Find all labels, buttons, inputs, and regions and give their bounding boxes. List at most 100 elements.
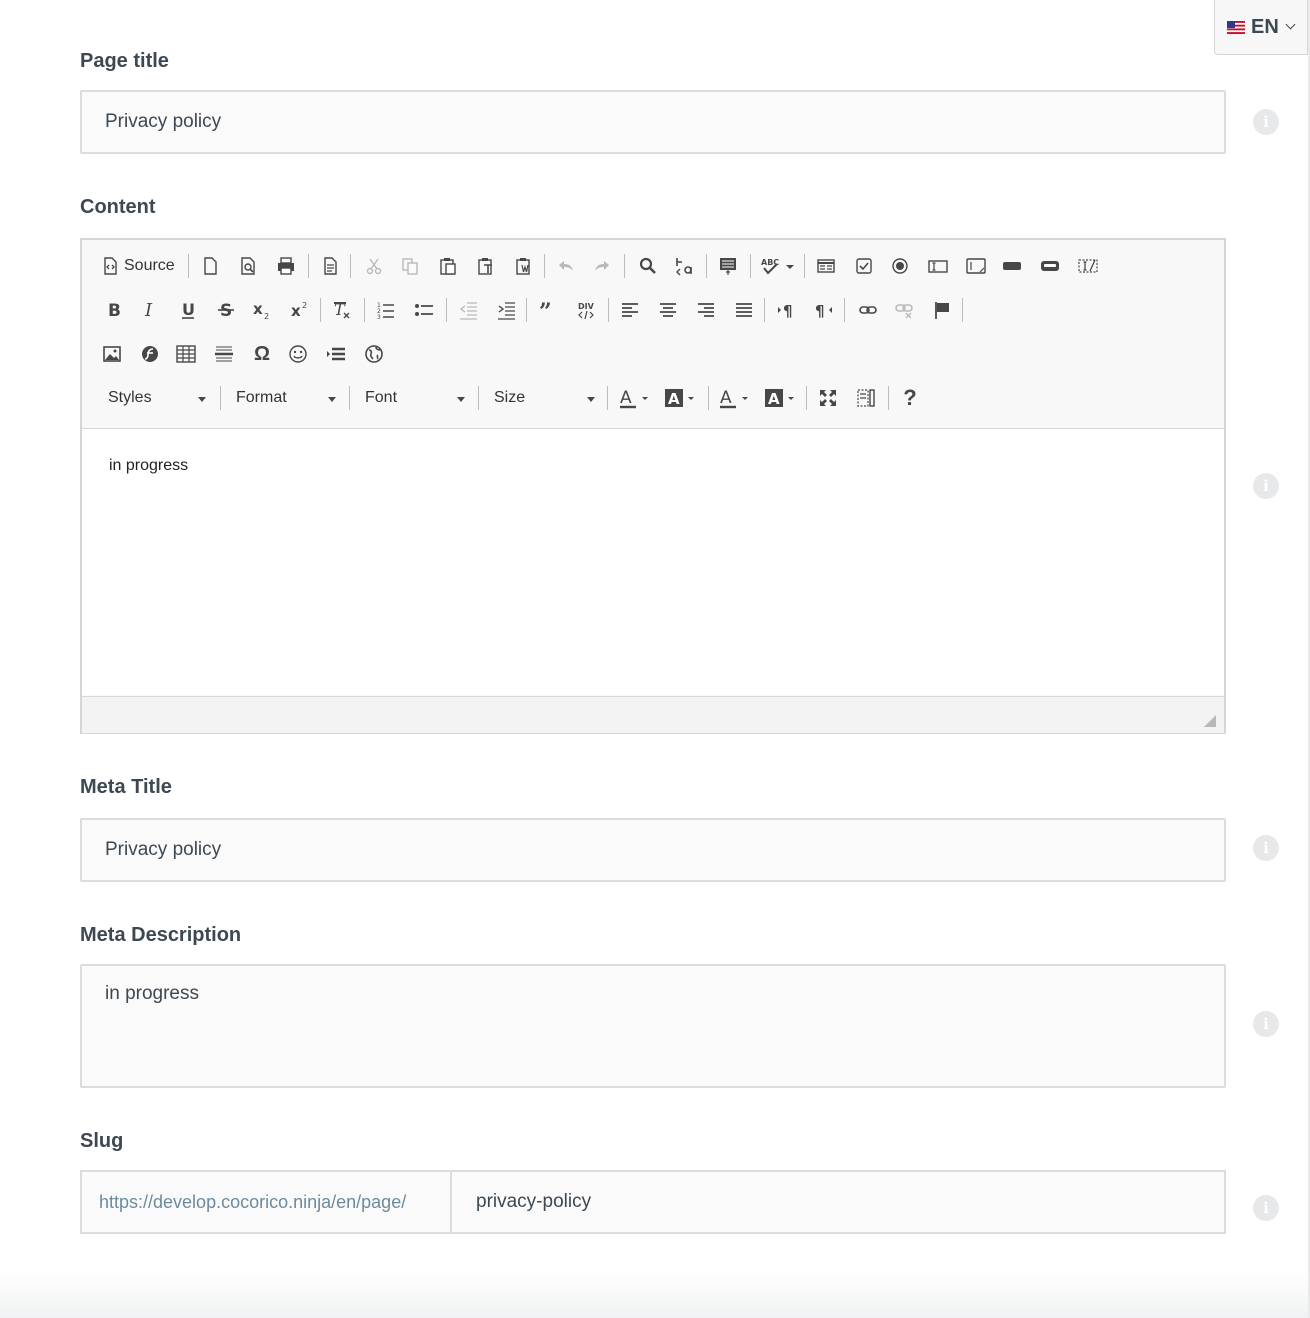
preview-button[interactable]: [236, 254, 260, 278]
templates-button[interactable]: [318, 254, 342, 278]
info-icon[interactable]: i: [1253, 1195, 1279, 1221]
svg-text:A: A: [668, 390, 680, 408]
paste-text-button[interactable]: [474, 254, 498, 278]
search-icon: [639, 257, 656, 274]
outdent-button[interactable]: [456, 298, 480, 322]
find-button[interactable]: [636, 254, 660, 278]
replace-icon: [676, 258, 692, 276]
link-button[interactable]: [856, 298, 880, 322]
table-button[interactable]: [174, 342, 198, 366]
maximize-button[interactable]: [816, 386, 840, 410]
slug-url-prefix: https://develop.cocorico.ninja/en/page/: [82, 1172, 452, 1232]
info-icon[interactable]: i: [1253, 835, 1279, 861]
cut-button[interactable]: [362, 254, 386, 278]
blockquote-button[interactable]: ”: [536, 298, 560, 322]
smiley-button[interactable]: [286, 342, 310, 366]
image-button[interactable]: [100, 342, 124, 366]
new-page-button[interactable]: [198, 254, 222, 278]
text-color-button[interactable]: A: [618, 386, 654, 410]
image-icon: [103, 346, 121, 362]
paste-button[interactable]: [436, 254, 460, 278]
background-color-2-button[interactable]: A: [764, 386, 800, 410]
info-icon[interactable]: i: [1253, 1011, 1279, 1037]
checkbox-button[interactable]: [852, 254, 876, 278]
rtl-button[interactable]: ¶: [812, 298, 836, 322]
strikethrough-button[interactable]: S: [214, 298, 238, 322]
undo-button[interactable]: [554, 254, 578, 278]
ltr-button[interactable]: ¶: [774, 298, 798, 322]
flash-button[interactable]: [138, 342, 162, 366]
info-icon[interactable]: i: [1253, 109, 1279, 135]
subscript-button[interactable]: x2: [250, 298, 274, 322]
indent-icon: [498, 302, 515, 320]
resize-handle-icon[interactable]: [1204, 715, 1216, 727]
editor-content-area[interactable]: in progress: [82, 429, 1224, 695]
align-center-button[interactable]: [656, 298, 680, 322]
horizontal-rule-button[interactable]: [212, 342, 236, 366]
indent-button[interactable]: [494, 298, 518, 322]
redo-button[interactable]: [590, 254, 614, 278]
size-dropdown[interactable]: Size: [486, 384, 601, 412]
justify-button[interactable]: [732, 298, 756, 322]
align-left-button[interactable]: [618, 298, 642, 322]
justify-icon: [736, 303, 752, 317]
unlink-button[interactable]: [892, 298, 916, 322]
styles-dropdown[interactable]: Styles: [98, 384, 212, 412]
toolbar-separator: [320, 298, 321, 322]
replace-button[interactable]: [672, 254, 696, 278]
align-right-button[interactable]: [694, 298, 718, 322]
paste-word-button[interactable]: [512, 254, 536, 278]
underline-button[interactable]: U: [176, 298, 200, 322]
italic-button[interactable]: I: [138, 298, 162, 322]
copy-button[interactable]: [398, 254, 422, 278]
source-button[interactable]: Source: [100, 254, 180, 278]
radio-button[interactable]: [888, 254, 912, 278]
background-color-icon: A: [665, 389, 694, 408]
create-div-button[interactable]: DIV: [574, 298, 598, 322]
bold-button[interactable]: B: [102, 298, 126, 322]
textarea-button[interactable]: [964, 254, 988, 278]
anchor-button[interactable]: [930, 298, 954, 322]
slug-input[interactable]: privacy-policy: [452, 1172, 1224, 1232]
toolbar-separator: [804, 254, 805, 278]
text-color-2-button[interactable]: A: [718, 386, 754, 410]
spellcheck-button[interactable]: ABC: [760, 254, 796, 278]
format-dropdown[interactable]: Format: [228, 384, 342, 412]
source-icon: [104, 257, 117, 275]
print-button[interactable]: [274, 254, 298, 278]
superscript-button[interactable]: x2: [288, 298, 312, 322]
bulleted-list-button[interactable]: [412, 298, 436, 322]
strikethrough-icon: S: [218, 301, 234, 320]
numbered-list-button[interactable]: 123: [374, 298, 398, 322]
text-field-button[interactable]: [926, 254, 950, 278]
hidden-field-button[interactable]: [1076, 254, 1100, 278]
form-button-button[interactable]: [1038, 254, 1062, 278]
info-icon[interactable]: i: [1253, 473, 1279, 499]
smiley-icon: [289, 345, 307, 363]
special-char-button[interactable]: Ω: [250, 342, 274, 366]
meta-description-textarea[interactable]: in progress: [80, 964, 1226, 1088]
link-icon: [859, 306, 877, 314]
svg-text:2: 2: [302, 301, 307, 310]
help-button[interactable]: ?: [898, 385, 922, 410]
select-field-button[interactable]: [1000, 254, 1024, 278]
language-switcher[interactable]: EN: [1214, 0, 1308, 55]
templates-icon: [324, 257, 337, 275]
iframe-button[interactable]: [362, 342, 386, 366]
remove-format-button[interactable]: T: [330, 298, 354, 322]
page-title-value: Privacy policy: [105, 111, 222, 132]
quote-icon: ”: [539, 300, 552, 320]
form-button[interactable]: [814, 254, 838, 278]
show-blocks-button[interactable]: [854, 386, 878, 410]
div-container-icon: DIV: [578, 302, 595, 320]
select-all-button[interactable]: [716, 254, 740, 278]
redo-icon: [595, 261, 609, 271]
format-label: Format: [236, 389, 287, 406]
show-blocks-icon: [857, 389, 875, 407]
page-title-input[interactable]: Privacy policy: [80, 90, 1226, 154]
meta-title-input[interactable]: Privacy policy: [80, 818, 1226, 882]
background-color-button[interactable]: A: [664, 386, 700, 410]
font-dropdown[interactable]: Font: [357, 384, 471, 412]
page-break-button[interactable]: [324, 342, 348, 366]
us-flag-icon: [1227, 20, 1245, 34]
